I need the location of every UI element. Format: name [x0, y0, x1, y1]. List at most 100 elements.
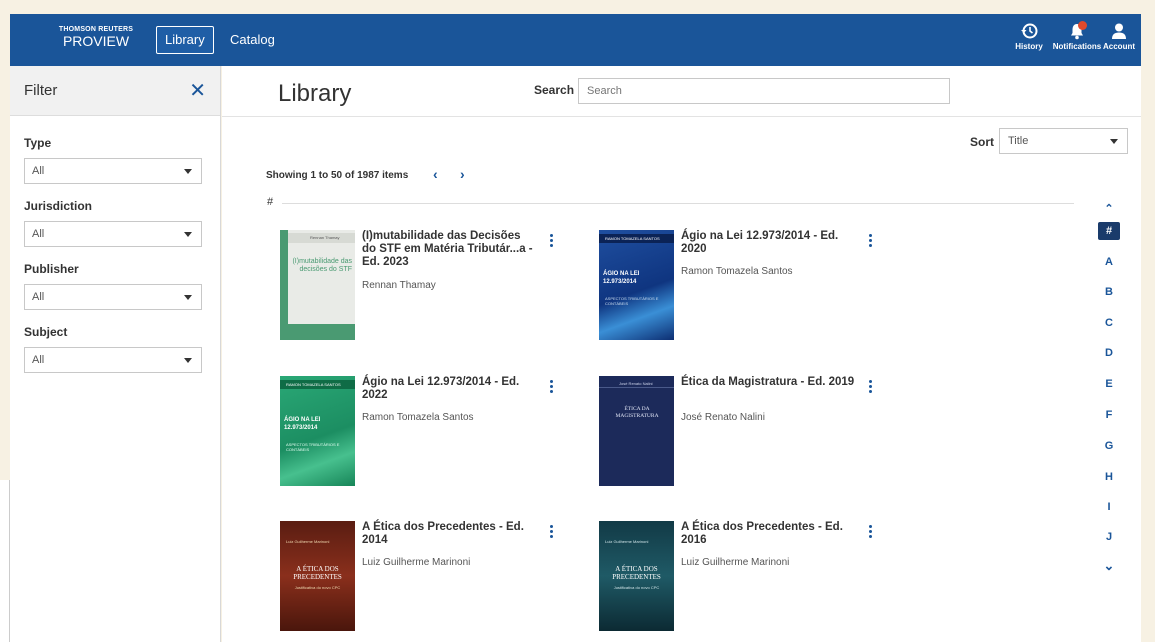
results-count: Showing 1 to 50 of 1987 items: [266, 170, 409, 181]
section-divider: [282, 203, 1074, 204]
cover-subtitle: ASPECTOS TRIBUTÁRIOS E CONTÁBEIS: [605, 296, 659, 306]
filter-subject: Subject All: [24, 325, 202, 373]
more-options-icon[interactable]: [550, 525, 554, 541]
alpha-i[interactable]: I: [1098, 501, 1120, 513]
more-options-icon[interactable]: [869, 525, 873, 541]
cover-subtitle: Justificativa do novo CPC: [613, 585, 660, 590]
book-item[interactable]: Luiz Guilherme Marinoni A ÉTICA DOS PREC…: [280, 521, 570, 636]
account-button[interactable]: Account: [1103, 22, 1135, 51]
book-author: Ramon Tomazela Santos: [681, 266, 793, 277]
caret-down-icon: [184, 232, 192, 237]
alpha-j[interactable]: J: [1098, 531, 1120, 543]
book-title[interactable]: A Ética dos Precedentes - Ed. 2014: [362, 521, 537, 547]
book-item[interactable]: Rennan Thamay (I)mutabilidade das decisõ…: [280, 230, 570, 345]
cover-subtitle: ASPECTOS TRIBUTÁRIOS E CONTÁBEIS: [286, 442, 340, 452]
caret-down-icon: [1110, 139, 1118, 144]
logo-product: PROVIEW: [62, 33, 130, 49]
book-item[interactable]: Luiz Guilherme Marinoni A ÉTICA DOS PREC…: [599, 521, 889, 636]
filter-jurisdiction-value: All: [32, 228, 45, 240]
section-heading: #: [267, 196, 274, 208]
filter-type-value: All: [32, 165, 45, 177]
filter-type-select[interactable]: All: [24, 158, 202, 184]
search-label: Search: [534, 83, 575, 97]
sort-label: Sort: [970, 135, 994, 149]
more-options-icon[interactable]: [550, 380, 554, 396]
book-title[interactable]: Ética da Magistratura - Ed. 2019: [681, 376, 856, 389]
more-options-icon[interactable]: [550, 234, 554, 250]
filter-publisher-select[interactable]: All: [24, 284, 202, 310]
alpha-c[interactable]: C: [1098, 317, 1120, 329]
book-title[interactable]: A Ética dos Precedentes - Ed. 2016: [681, 521, 856, 547]
more-options-icon[interactable]: [869, 234, 873, 250]
filter-jurisdiction: Jurisdiction All: [24, 199, 202, 247]
cover-author: Rennan Thamay: [310, 235, 340, 240]
next-page-icon[interactable]: ›: [460, 166, 465, 182]
nav-library-tab[interactable]: Library: [156, 26, 214, 54]
filter-publisher: Publisher All: [24, 262, 202, 310]
cover-title: ÁGIO NA LEI 12.973/2014: [284, 417, 321, 431]
book-item[interactable]: RAMON TOMAZELA SANTOS ÁGIO NA LEI 12.973…: [599, 230, 889, 345]
filter-header: Filter ✕: [10, 66, 220, 116]
cover-author: José Renato Nalini: [619, 381, 653, 386]
alpha-g[interactable]: G: [1098, 440, 1120, 452]
user-icon: [1112, 23, 1126, 39]
cover-title: (I)mutabilidade das decisões do STF: [292, 258, 352, 273]
book-title[interactable]: Ágio na Lei 12.973/2014 - Ed. 2020: [681, 230, 856, 256]
cover-author: RAMON TOMAZELA SANTOS: [605, 236, 660, 241]
alpha-d[interactable]: D: [1098, 347, 1120, 359]
filter-jurisdiction-label: Jurisdiction: [24, 199, 93, 213]
notifications-button[interactable]: Notifications: [1050, 21, 1104, 51]
book-item[interactable]: RAMON TOMAZELA SANTOS ÁGIO NA LEI 12.973…: [280, 376, 570, 491]
nav-catalog-tab[interactable]: Catalog: [230, 26, 275, 54]
alpha-hash[interactable]: #: [1098, 222, 1120, 240]
filter-publisher-label: Publisher: [24, 262, 79, 276]
alpha-e[interactable]: E: [1098, 378, 1120, 390]
book-title[interactable]: (I)mutabilidade das Decisões do STF em M…: [362, 230, 537, 269]
cover-title: A ÉTICA DOS PRECEDENTES: [293, 565, 342, 581]
book-title[interactable]: Ágio na Lei 12.973/2014 - Ed. 2022: [362, 376, 537, 402]
sort-select[interactable]: Title: [999, 128, 1128, 154]
filter-publisher-value: All: [32, 291, 45, 303]
book-cover[interactable]: RAMON TOMAZELA SANTOS ÁGIO NA LEI 12.973…: [280, 376, 355, 486]
book-author: Luiz Guilherme Marinoni: [362, 557, 471, 568]
history-icon: [1021, 23, 1038, 39]
book-author: Ramon Tomazela Santos: [362, 412, 474, 423]
chevron-up-icon[interactable]: ⌃: [1098, 202, 1120, 215]
history-button[interactable]: History: [1012, 22, 1046, 51]
notifications-label: Notifications: [1052, 42, 1102, 51]
book-cover[interactable]: RAMON TOMAZELA SANTOS ÁGIO NA LEI 12.973…: [599, 230, 674, 340]
alpha-b[interactable]: B: [1098, 286, 1120, 298]
close-icon[interactable]: ✕: [189, 78, 206, 103]
cover-title: A ÉTICA DOS PRECEDENTES: [612, 565, 661, 581]
book-cover[interactable]: José Renato Nalini ÉTICA DA MAGISTRATURA: [599, 376, 674, 486]
history-label: History: [1015, 42, 1043, 51]
filter-subject-select[interactable]: All: [24, 347, 202, 373]
filter-jurisdiction-select[interactable]: All: [24, 221, 202, 247]
search-input[interactable]: [578, 78, 950, 104]
chevron-down-icon[interactable]: ⌄: [1098, 558, 1120, 574]
alpha-f[interactable]: F: [1098, 409, 1120, 421]
alpha-h[interactable]: H: [1098, 471, 1120, 483]
cover-author: Luiz Guilherme Marinoni: [286, 539, 330, 544]
account-label: Account: [1103, 42, 1135, 51]
filter-sidebar: Filter ✕ Type All Jurisdiction All Publi…: [10, 66, 221, 642]
alpha-a[interactable]: A: [1098, 256, 1120, 268]
window-edge: [0, 480, 10, 642]
filter-title: Filter: [24, 82, 58, 99]
book-cover[interactable]: Rennan Thamay (I)mutabilidade das decisõ…: [280, 230, 355, 340]
top-navigation-bar: THOMSON REUTERS PROVIEW Library Catalog …: [10, 14, 1141, 66]
logo-company: THOMSON REUTERS: [58, 26, 134, 33]
proview-logo[interactable]: THOMSON REUTERS PROVIEW: [56, 26, 136, 49]
previous-page-icon[interactable]: ‹: [433, 166, 438, 182]
book-item[interactable]: José Renato Nalini ÉTICA DA MAGISTRATURA…: [599, 376, 889, 491]
book-author: Rennan Thamay: [362, 280, 436, 291]
book-cover[interactable]: Luiz Guilherme Marinoni A ÉTICA DOS PREC…: [599, 521, 674, 631]
book-author: José Renato Nalini: [681, 412, 765, 423]
filter-subject-label: Subject: [24, 325, 68, 339]
cover-author: Luiz Guilherme Marinoni: [605, 539, 649, 544]
book-cover[interactable]: Luiz Guilherme Marinoni A ÉTICA DOS PREC…: [280, 521, 355, 631]
more-options-icon[interactable]: [869, 380, 873, 396]
cover-title: ÉTICA DA MAGISTRATURA: [615, 406, 659, 419]
sort-value: Title: [1008, 135, 1029, 147]
filter-type-label: Type: [24, 136, 52, 150]
